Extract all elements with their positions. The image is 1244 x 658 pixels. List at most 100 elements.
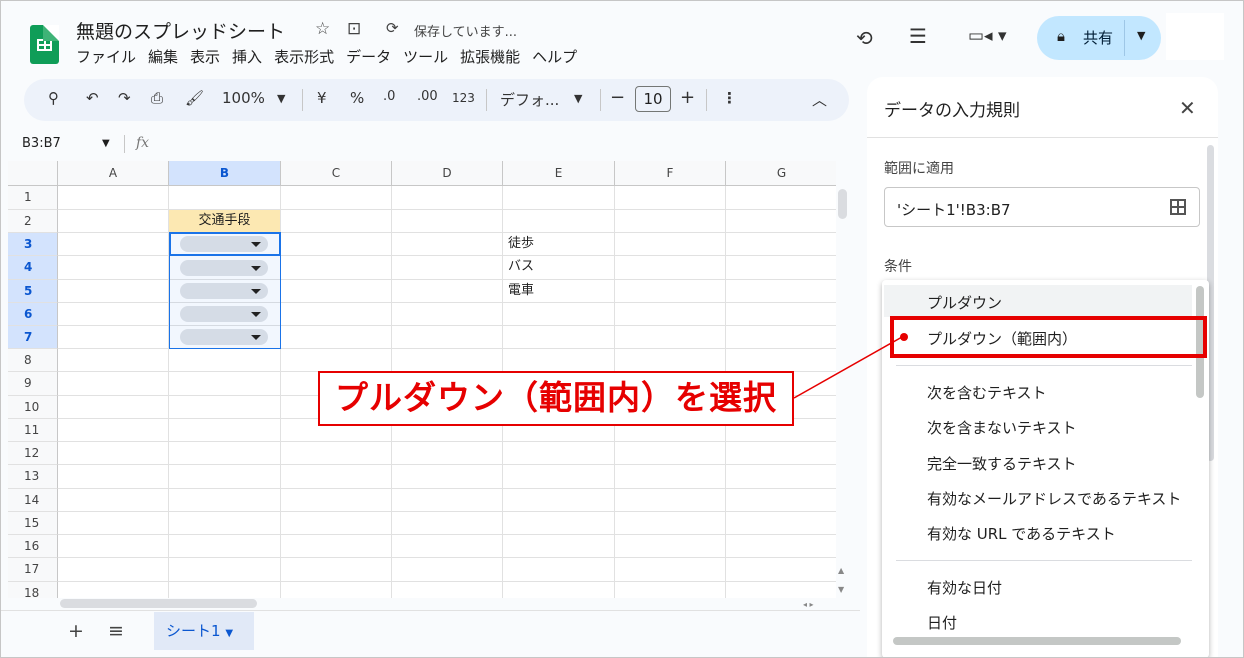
column-header-d[interactable]: D xyxy=(392,161,503,186)
font-select[interactable]: デフォ... xyxy=(500,89,559,110)
column-header-f[interactable]: F xyxy=(615,161,726,186)
option-text-contains[interactable]: 次を含むテキスト xyxy=(927,382,1047,403)
font-size-input[interactable]: 10 xyxy=(635,86,671,112)
column-header-b[interactable]: B xyxy=(169,161,281,186)
doc-title[interactable]: 無題のスプレッドシート xyxy=(76,17,285,44)
row-header[interactable]: 16 xyxy=(8,535,58,558)
toolbar-divider xyxy=(706,89,707,111)
currency-button[interactable]: ¥ xyxy=(317,89,327,107)
zoom-select[interactable]: 100% xyxy=(222,89,265,107)
font-dropdown-icon[interactable]: ▼ xyxy=(574,92,582,105)
sheet-tab[interactable]: シート1 ▼ xyxy=(154,612,254,650)
gridline xyxy=(58,488,836,489)
dropdown-chip[interactable] xyxy=(180,306,268,322)
zoom-dropdown-icon[interactable]: ▼ xyxy=(277,92,285,105)
column-header-g[interactable]: G xyxy=(726,161,836,186)
menu-view[interactable]: 表示 xyxy=(190,46,220,67)
cell-e4[interactable]: バス xyxy=(508,256,534,278)
menu-help[interactable]: ヘルプ xyxy=(532,46,577,67)
range-input[interactable]: 'シート1'!B3:B7 xyxy=(884,187,1200,227)
more-formats-button[interactable]: 123 xyxy=(452,91,475,105)
dropdown-chip[interactable] xyxy=(180,236,268,252)
all-sheets-icon[interactable]: ≡ xyxy=(108,620,124,642)
row-header[interactable]: 14 xyxy=(8,489,58,512)
row-header[interactable]: 2 xyxy=(8,210,58,233)
row-header[interactable]: 18 xyxy=(8,582,58,598)
share-dropdown-icon[interactable]: ▼ xyxy=(1137,29,1145,42)
name-box[interactable]: B3:B7 xyxy=(22,136,61,151)
option-text-exactly[interactable]: 完全一致するテキスト xyxy=(927,453,1077,474)
row-header[interactable]: 13 xyxy=(8,465,58,489)
decrease-decimal-button[interactable]: .0 xyxy=(383,89,395,104)
option-date[interactable]: 日付 xyxy=(927,612,957,633)
row-header[interactable]: 12 xyxy=(8,442,58,465)
horizontal-scrollbar[interactable] xyxy=(60,599,257,608)
option-valid-date[interactable]: 有効な日付 xyxy=(927,577,1002,598)
vertical-scrollbar[interactable] xyxy=(838,189,847,219)
menu-format[interactable]: 表示形式 xyxy=(274,46,334,67)
option-valid-url[interactable]: 有効な URL であるテキスト xyxy=(927,523,1116,544)
row-header[interactable]: 7 xyxy=(8,326,58,349)
comment-icon[interactable]: ☰ xyxy=(909,24,927,48)
add-sheet-icon[interactable]: + xyxy=(68,620,84,642)
column-header-c[interactable]: C xyxy=(281,161,392,186)
row-header[interactable]: 3 xyxy=(8,233,58,256)
percent-button[interactable]: % xyxy=(350,89,364,107)
move-folder-icon[interactable]: ⊡ xyxy=(347,19,361,39)
dropdown-chip[interactable] xyxy=(180,283,268,299)
search-icon[interactable]: ⚲ xyxy=(48,89,59,107)
menu-data[interactable]: データ xyxy=(346,46,391,67)
row-header[interactable]: 17 xyxy=(8,558,58,582)
menu-edit[interactable]: 編集 xyxy=(148,46,178,67)
dropdown-chip[interactable] xyxy=(180,329,268,345)
menu-insert[interactable]: 挿入 xyxy=(232,46,262,67)
cell-b2[interactable]: 交通手段 xyxy=(169,210,280,232)
row-header[interactable]: 11 xyxy=(8,419,58,442)
print-icon[interactable]: ⎙ xyxy=(151,89,163,107)
dropdown-horizontal-scrollbar[interactable] xyxy=(893,637,1181,645)
paint-format-icon[interactable]: 🖌︎ xyxy=(185,89,204,107)
sheets-logo-icon[interactable] xyxy=(30,25,59,64)
sync-icon: ⟳ xyxy=(386,19,399,37)
row-header[interactable]: 5 xyxy=(8,280,58,303)
option-text-not-contains[interactable]: 次を含まないテキスト xyxy=(927,417,1077,438)
increase-decimal-button[interactable]: .00 xyxy=(417,89,438,104)
collapse-toolbar-icon[interactable]: ︿ xyxy=(812,89,827,110)
column-header-e[interactable]: E xyxy=(503,161,615,186)
row-header[interactable]: 10 xyxy=(8,396,58,419)
undo-icon[interactable]: ↶ xyxy=(86,89,99,107)
cell-e5[interactable]: 電車 xyxy=(508,280,534,302)
menu-bar: ファイル 編集 表示 挿入 表示形式 データ ツール 拡張機能 ヘルプ xyxy=(76,46,589,67)
menu-extensions[interactable]: 拡張機能 xyxy=(460,46,520,67)
row-header[interactable]: 8 xyxy=(8,349,58,372)
cell-e3[interactable]: 徒歩 xyxy=(508,233,534,255)
column-header-a[interactable]: A xyxy=(58,161,169,186)
dropdown-chip[interactable] xyxy=(180,260,268,276)
star-icon[interactable]: ☆ xyxy=(315,19,330,39)
option-dropdown[interactable]: プルダウン xyxy=(927,292,1002,313)
font-size-minus-icon[interactable]: − xyxy=(610,87,625,108)
name-box-dropdown-icon[interactable]: ▼ xyxy=(102,138,110,149)
meet-icon[interactable]: ▭◂ ▾ xyxy=(968,26,1007,46)
close-icon[interactable]: ✕ xyxy=(1179,96,1196,120)
select-range-icon[interactable] xyxy=(1170,199,1186,215)
row-header[interactable]: 1 xyxy=(8,186,58,210)
sheet-tab-dropdown-icon[interactable]: ▼ xyxy=(225,628,233,639)
font-size-plus-icon[interactable]: + xyxy=(680,87,695,108)
more-icon[interactable]: ⋮ xyxy=(722,89,737,107)
scroll-up-icon[interactable]: ▲ xyxy=(838,566,844,575)
history-icon[interactable]: ⟲ xyxy=(856,26,873,50)
option-valid-email[interactable]: 有効なメールアドレスであるテキスト xyxy=(927,488,1181,509)
scroll-left-right-icon[interactable]: ◂ ▸ xyxy=(803,600,814,609)
menu-tools[interactable]: ツール xyxy=(403,46,448,67)
row-header[interactable]: 9 xyxy=(8,372,58,396)
scroll-down-icon[interactable]: ▼ xyxy=(838,585,844,594)
row-header[interactable]: 6 xyxy=(8,303,58,326)
redo-icon[interactable]: ↷ xyxy=(118,89,131,107)
row-header[interactable]: 15 xyxy=(8,512,58,535)
account-area[interactable] xyxy=(1166,13,1224,60)
toolbar-divider xyxy=(302,89,303,111)
select-all-corner[interactable] xyxy=(8,161,58,186)
menu-file[interactable]: ファイル xyxy=(76,46,136,67)
row-header[interactable]: 4 xyxy=(8,256,58,280)
